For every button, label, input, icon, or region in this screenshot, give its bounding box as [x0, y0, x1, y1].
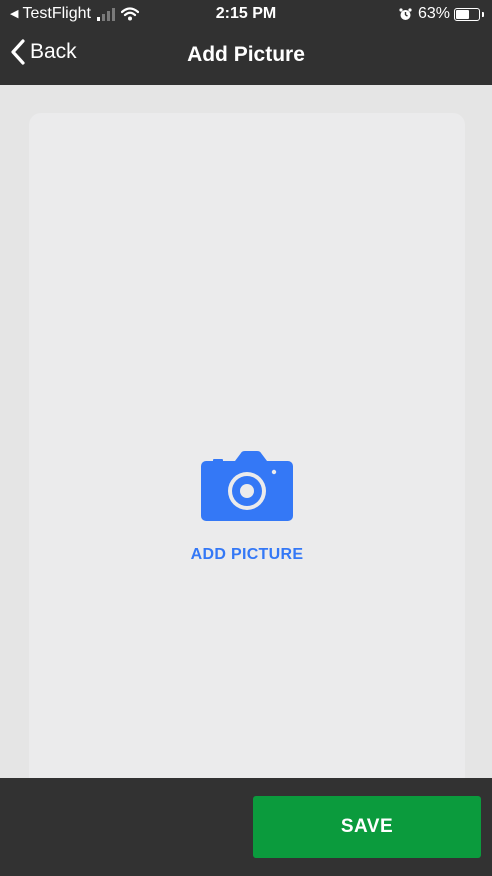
navigation-bar: Back Add Picture — [0, 28, 492, 85]
camera-button[interactable] — [201, 451, 293, 521]
add-picture-area[interactable]: ADD PICTURE — [29, 113, 465, 793]
page-title: Add Picture — [187, 43, 305, 66]
save-button[interactable]: SAVE — [253, 796, 481, 858]
bottom-toolbar: SAVE — [0, 778, 492, 876]
camera-icon — [201, 451, 293, 521]
battery-fill — [456, 9, 469, 19]
add-picture-label[interactable]: ADD PICTURE — [29, 546, 465, 564]
content-area: ADD PICTURE — [0, 85, 492, 793]
battery-cap — [482, 11, 484, 17]
alarm-icon — [399, 7, 412, 20]
battery-icon — [454, 7, 484, 21]
status-right: 63% — [399, 5, 484, 23]
battery-percent: 63% — [417, 5, 450, 22]
status-bar: ◀ TestFlight 2:15 PM 63% — [0, 0, 492, 28]
